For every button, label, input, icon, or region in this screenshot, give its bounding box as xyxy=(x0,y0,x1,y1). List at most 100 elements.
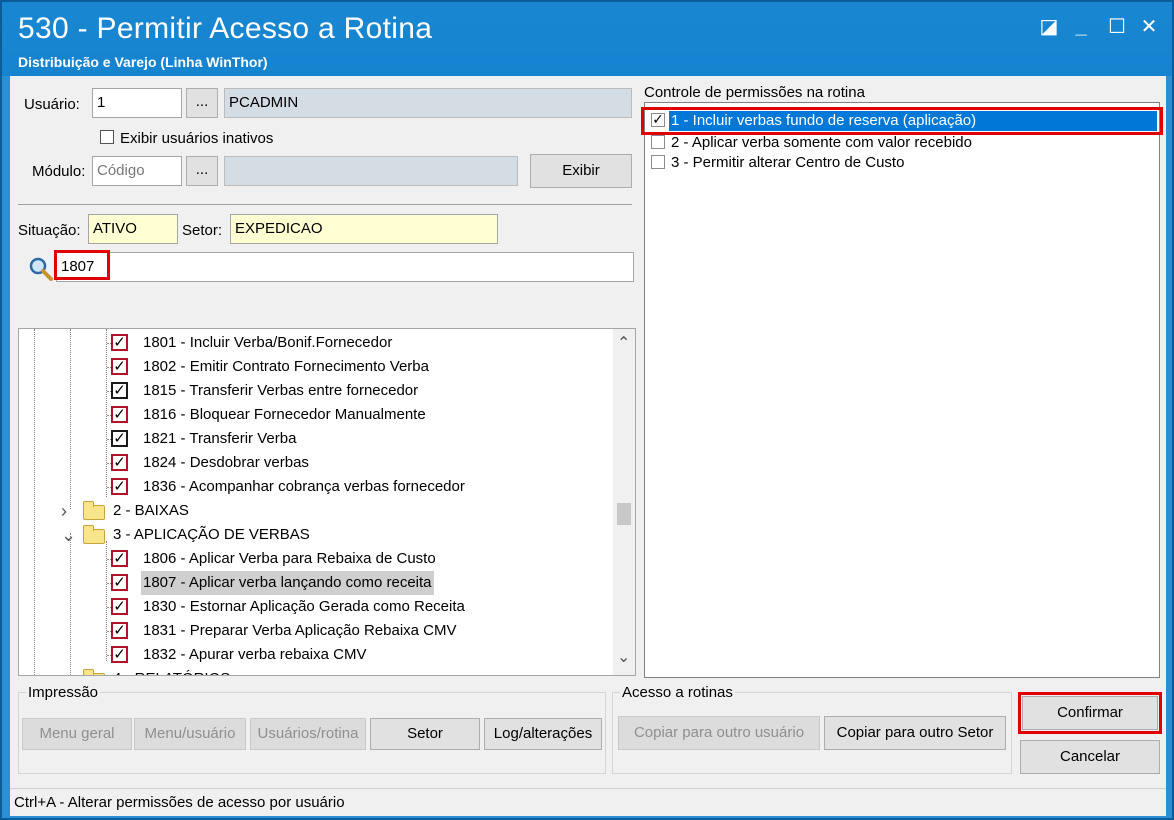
minimize-icon[interactable]: _ xyxy=(1068,14,1094,40)
tree-item-checkbox[interactable]: ✓ xyxy=(111,430,128,447)
tree-item-label: 1807 - Aplicar verba lançando como recei… xyxy=(141,571,434,595)
tree-item[interactable]: ✓ 1816 - Bloquear Fornecedor Manualmente xyxy=(19,403,613,427)
permission-2-checkbox[interactable] xyxy=(651,135,665,149)
tree-item-label: 1821 - Transferir Verba xyxy=(143,430,297,447)
tree-item-checkbox[interactable]: ✓ xyxy=(111,382,128,399)
folder-icon xyxy=(83,525,105,544)
tree-folder-label: 2 - BAIXAS xyxy=(113,502,189,519)
tree-item-checkbox[interactable]: ✓ xyxy=(111,574,128,591)
folder-icon xyxy=(83,669,105,675)
tree-folder[interactable]: › 2 - BAIXAS xyxy=(19,499,613,523)
setor-button[interactable]: Setor xyxy=(370,718,480,750)
usuario-code-input[interactable]: 1 xyxy=(92,88,182,118)
log-alteracoes-button[interactable]: Log/alterações xyxy=(484,718,602,750)
tree-item[interactable]: ✓ 1821 - Transferir Verba xyxy=(19,427,613,451)
modulo-label: Módulo: xyxy=(32,163,86,180)
tree-item-label: 1831 - Preparar Verba Aplicação Rebaixa … xyxy=(143,622,457,639)
modulo-code-input[interactable]: Código xyxy=(92,156,182,186)
confirmar-highlight xyxy=(1018,692,1162,734)
tree-item[interactable]: ✓ 1830 - Estornar Aplicação Gerada como R… xyxy=(19,595,613,619)
tree-item[interactable]: ✓ 1832 - Apurar verba rebaixa CMV xyxy=(19,643,613,667)
permissions-list[interactable]: ✓ 1 - Incluir verbas fundo de reserva (a… xyxy=(641,102,1163,678)
search-icon xyxy=(29,257,53,281)
tree-item-checkbox[interactable]: ✓ xyxy=(111,598,128,615)
exibir-inativos-label: Exibir usuários inativos xyxy=(120,130,274,147)
tree-item[interactable]: ✓ 1815 - Transferir Verbas entre forneced… xyxy=(19,379,613,403)
copiar-setor-button[interactable]: Copiar para outro Setor xyxy=(824,716,1006,750)
tree-item-label: 1824 - Desdobrar verbas xyxy=(143,454,309,471)
menu-geral-button[interactable]: Menu geral xyxy=(22,718,132,750)
tree-item-checkbox[interactable]: ✓ xyxy=(111,454,128,471)
tree-item[interactable]: ✓ 1831 - Preparar Verba Aplicação Rebaixa… xyxy=(19,619,613,643)
menu-usuario-button[interactable]: Menu/usuário xyxy=(134,718,246,750)
client-area: Usuário: 1 ... PCADMIN Exibir usuários i… xyxy=(10,76,1166,816)
tree-item-label: 1801 - Incluir Verba/Bonif.Fornecedor xyxy=(143,334,393,351)
permission-2-label[interactable]: 2 - Aplicar verba somente com valor rece… xyxy=(671,134,972,151)
permissions-title: Controle de permissões na rotina xyxy=(644,84,865,101)
app-window: 530 - Permitir Acesso a Rotina Distribui… xyxy=(0,0,1174,820)
close-icon[interactable]: ✕ xyxy=(1136,14,1162,40)
scroll-down-icon[interactable]: ⌄ xyxy=(617,647,630,667)
restore-icon[interactable]: ◪ xyxy=(1036,14,1062,40)
tree-item[interactable]: ✓ 1801 - Incluir Verba/Bonif.Fornecedor xyxy=(19,331,613,355)
tree-item-checkbox[interactable]: ✓ xyxy=(111,622,128,639)
tree-item-checkbox[interactable]: ✓ xyxy=(111,478,128,495)
cancelar-button[interactable]: Cancelar xyxy=(1020,740,1160,774)
scroll-up-icon[interactable]: ⌃ xyxy=(617,333,630,353)
title-bar[interactable]: 530 - Permitir Acesso a Rotina Distribui… xyxy=(2,2,1172,76)
usuario-label: Usuário: xyxy=(24,96,80,113)
tree-folder[interactable]: › 4 - RELATÓRIOS xyxy=(19,667,613,675)
scroll-thumb[interactable] xyxy=(617,503,631,525)
tree-item-label: 1832 - Apurar verba rebaixa CMV xyxy=(143,646,367,663)
tree-scrollbar[interactable]: ⌃ ⌄ xyxy=(613,329,635,675)
tree-folder[interactable]: ⌄ 3 - APLICAÇÃO DE VERBAS xyxy=(19,523,613,547)
usuario-name-field: PCADMIN xyxy=(224,88,632,118)
expand-chevron-icon[interactable]: › xyxy=(61,499,67,523)
tree-item-label: 1806 - Aplicar Verba para Rebaixa de Cus… xyxy=(143,550,436,567)
tree-item-checkbox[interactable]: ✓ xyxy=(111,550,128,567)
expand-chevron-icon[interactable]: › xyxy=(61,667,67,675)
modulo-browse-button[interactable]: ... xyxy=(186,156,218,186)
situacao-field: ATIVO xyxy=(88,214,178,244)
impressao-title: Impressão xyxy=(26,684,101,701)
exibir-inativos-checkbox[interactable] xyxy=(100,130,114,144)
situacao-label: Situação: xyxy=(18,222,81,239)
tree-item[interactable]: ✓ 1802 - Emitir Contrato Fornecimento Ver… xyxy=(19,355,613,379)
tree-item-label: 1836 - Acompanhar cobrança verbas fornec… xyxy=(143,478,465,495)
permission-3-label[interactable]: 3 - Permitir alterar Centro de Custo xyxy=(671,154,904,171)
tree-item[interactable]: ✓ 1806 - Aplicar Verba para Rebaixa de Cu… xyxy=(19,547,613,571)
tree-folder-label: 3 - APLICAÇÃO DE VERBAS xyxy=(113,526,310,543)
status-bar: Ctrl+A - Alterar permissões de acesso po… xyxy=(10,788,1166,816)
tree-folder-label: 4 - RELATÓRIOS xyxy=(113,667,230,675)
usuario-browse-button[interactable]: ... xyxy=(186,88,218,118)
window-subtitle: Distribuição e Varejo (Linha WinThor) xyxy=(18,54,268,70)
modulo-name-field xyxy=(224,156,518,186)
tree-item-label: 1815 - Transferir Verbas entre fornecedo… xyxy=(143,382,419,399)
tree-item-checkbox[interactable]: ✓ xyxy=(111,646,128,663)
tree-item[interactable]: ✓ 1807 - Aplicar verba lançando como rece… xyxy=(19,571,613,595)
tree-item[interactable]: ✓ 1836 - Acompanhar cobrança verbas forne… xyxy=(19,475,613,499)
permission-3-checkbox[interactable] xyxy=(651,155,665,169)
maximize-icon[interactable]: ☐ xyxy=(1104,14,1130,40)
setor-field: EXPEDICAO xyxy=(230,214,498,244)
folder-icon xyxy=(83,501,105,520)
tree-item-checkbox[interactable]: ✓ xyxy=(111,334,128,351)
search-highlight xyxy=(54,250,110,280)
window-title: 530 - Permitir Acesso a Rotina xyxy=(18,12,433,45)
divider xyxy=(18,204,632,205)
tree-item[interactable]: ✓ 1824 - Desdobrar verbas xyxy=(19,451,613,475)
tree-item-checkbox[interactable]: ✓ xyxy=(111,406,128,423)
routine-tree[interactable]: ✓ 1801 - Incluir Verba/Bonif.Fornecedor ✓ 1… xyxy=(18,328,636,676)
collapse-chevron-icon[interactable]: ⌄ xyxy=(61,523,76,547)
tree-item-label: 1802 - Emitir Contrato Fornecimento Verb… xyxy=(143,358,429,375)
search-input[interactable]: 1807 xyxy=(56,252,634,282)
usuarios-rotina-button[interactable]: Usuários/rotina xyxy=(250,718,366,750)
setor-label: Setor: xyxy=(182,222,223,239)
acesso-title: Acesso a rotinas xyxy=(620,684,735,701)
exibir-button[interactable]: Exibir xyxy=(530,154,632,188)
copiar-usuario-button[interactable]: Copiar para outro usuário xyxy=(618,716,820,750)
tree-item-label: 1816 - Bloquear Fornecedor Manualmente xyxy=(143,406,426,423)
tree-item-checkbox[interactable]: ✓ xyxy=(111,358,128,375)
permission-highlight xyxy=(641,107,1163,135)
tree-item-label: 1830 - Estornar Aplicação Gerada como Re… xyxy=(143,598,465,615)
